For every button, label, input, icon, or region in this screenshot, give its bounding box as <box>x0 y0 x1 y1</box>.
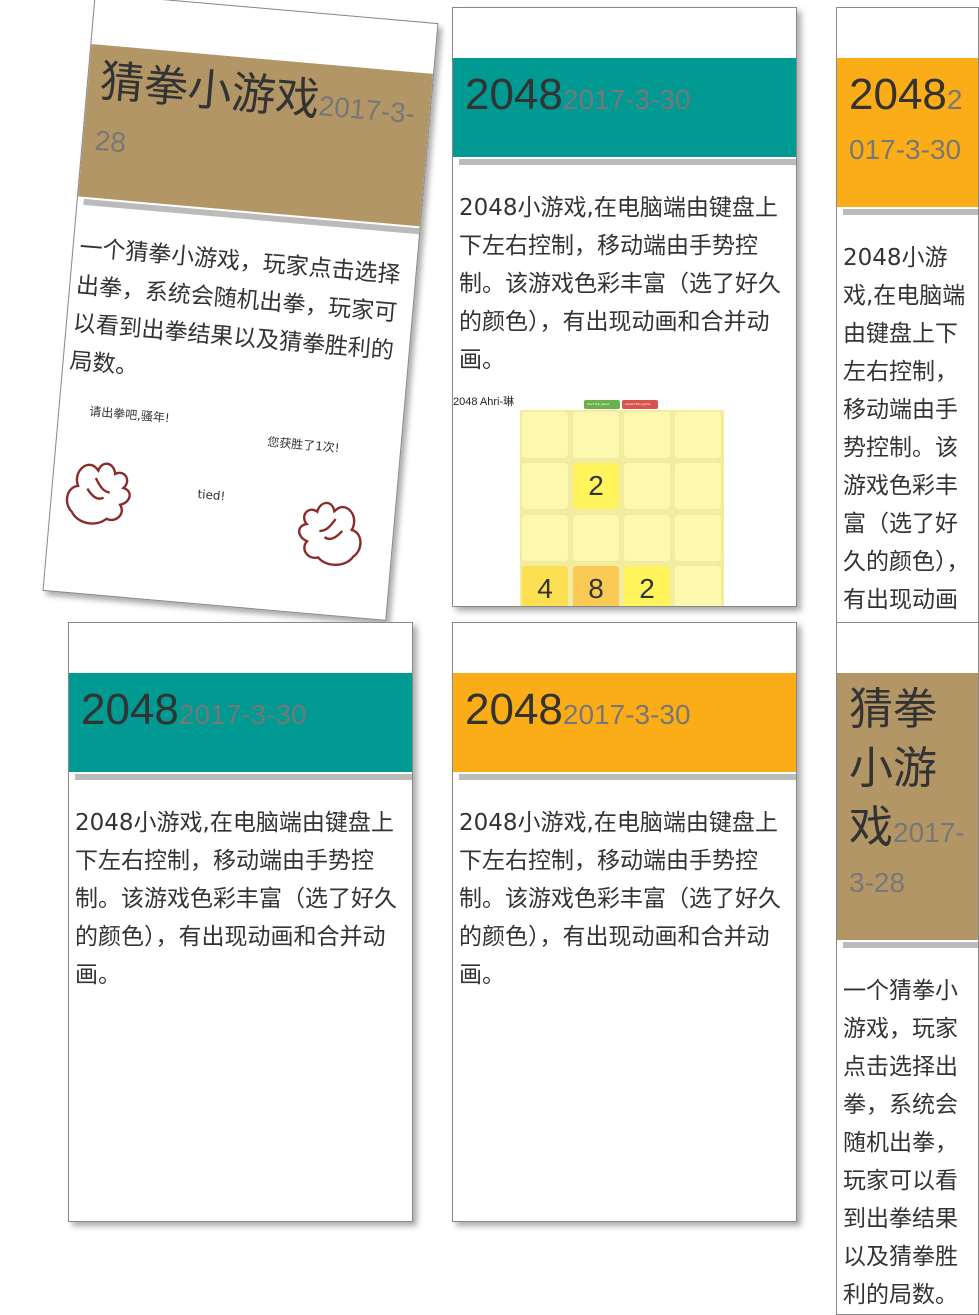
game-board: 2482 <box>520 410 724 606</box>
board-tile <box>573 514 619 561</box>
card-header: 20482017-3-30 <box>69 673 412 772</box>
result-text: tied! <box>196 486 226 504</box>
card-header: 20482017-3-30 <box>453 58 796 157</box>
board-tile <box>624 412 670 458</box>
card-title[interactable]: 2048 <box>465 685 563 734</box>
board-tile <box>675 463 721 510</box>
project-card[interactable]: 猜拳小游戏2017-3-28 一个猜拳小游戏，玩家点击选择出拳，系统会随机出拳，… <box>836 622 979 1315</box>
board-tile: 4 <box>522 565 568 606</box>
card-title[interactable]: 猜拳小游戏 <box>98 57 321 125</box>
open-hand-icon[interactable] <box>61 455 137 533</box>
board-tile <box>624 514 670 561</box>
start-button[interactable]: start the game <box>584 400 620 409</box>
board-tile: 8 <box>573 565 619 606</box>
game-title: 2048 Ahri-琳 <box>453 396 515 408</box>
card-title[interactable]: 2048 <box>81 685 179 734</box>
card-header: 猜拳小游戏2017-3-28 <box>837 673 978 940</box>
card-header: 20482017-3-30 <box>837 58 978 207</box>
card-date: 2017-3-30 <box>178 699 307 730</box>
board-tile <box>522 463 568 510</box>
board-tile: 2 <box>624 565 670 606</box>
project-card[interactable]: 20482017-3-30 2048小游戏,在电脑端由键盘上下左右控制，移动端由… <box>68 622 413 1222</box>
board-tile <box>675 412 721 458</box>
board-tile <box>522 412 568 458</box>
board-tile <box>573 412 619 458</box>
board-tile <box>624 463 670 510</box>
card-description: 一个猜拳小游戏，玩家点击选择出拳，系统会随机出拳，玩家可以看到出拳结果以及猜拳胜… <box>68 234 402 381</box>
card-date: 2017-3-30 <box>562 84 691 115</box>
card-description: 2048小游戏,在电脑端由键盘上下左右控制，移动端由手势控制。该游戏色彩丰富（选… <box>75 810 397 988</box>
card-title[interactable]: 2048 <box>465 70 563 119</box>
board-tile <box>522 514 568 561</box>
card-description: 一个猜拳小游戏，玩家点击选择出拳，系统会随机出拳，玩家可以看到出拳结果以及猜拳胜… <box>843 978 958 1308</box>
project-card[interactable]: 20482017-3-30 2048小游戏,在电脑端由键盘上下左右控制，移动端由… <box>452 622 797 1222</box>
game-screenshot[interactable]: 请出拳吧,骚年! 您获胜了1次! tied! <box>43 390 403 621</box>
board-tile <box>675 514 721 561</box>
open-hand-icon[interactable] <box>291 496 367 574</box>
prompt-text: 请出拳吧,骚年! <box>88 404 171 426</box>
wins-text: 您获胜了1次! <box>266 434 341 456</box>
card-description: 2048小游戏,在电脑端由键盘上下左右控制，移动端由手势控制。该游戏色彩丰富（选… <box>459 810 781 988</box>
project-card[interactable]: 20482017-3-30 2048小游戏,在电脑端由键盘上下左右控制，移动端由… <box>452 7 797 607</box>
card-header: 猜拳小游戏2017-3-28 <box>78 44 434 227</box>
board-tile: 2 <box>573 463 619 510</box>
restart-button[interactable]: restart the game <box>622 400 658 409</box>
board-tile <box>675 565 721 606</box>
game-screenshot[interactable]: 2048 Ahri-琳 start the gamerestart the ga… <box>453 393 796 606</box>
card-header: 20482017-3-30 <box>453 673 796 772</box>
card-title[interactable]: 2048 <box>849 70 947 119</box>
project-card[interactable]: 猜拳小游戏2017-3-28 一个猜拳小游戏，玩家点击选择出拳，系统会随机出拳，… <box>42 0 439 621</box>
card-date: 2017-3-30 <box>562 699 691 730</box>
card-description: 2048小游戏,在电脑端由键盘上下左右控制，移动端由手势控制。该游戏色彩丰富（选… <box>459 195 781 373</box>
